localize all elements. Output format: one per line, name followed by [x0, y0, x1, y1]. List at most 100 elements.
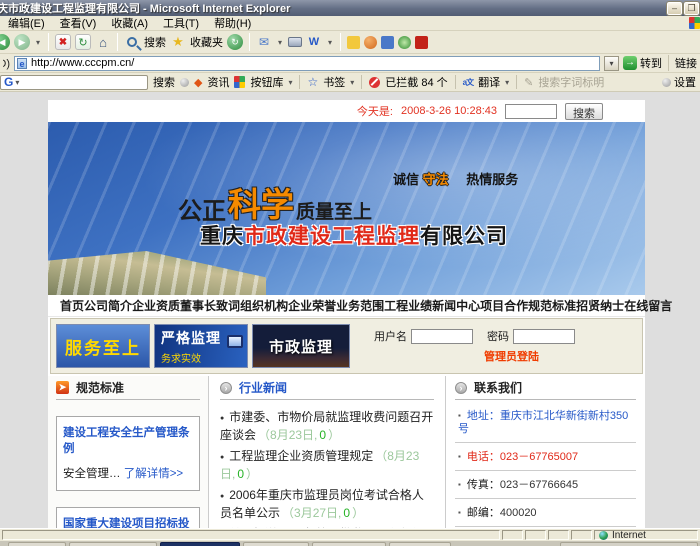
- news-link[interactable]: 关于报送2006年第一批监理工程师初始注: [220, 527, 424, 528]
- gtoolbar-search-button[interactable]: 搜索: [153, 74, 175, 90]
- username-input[interactable]: [411, 329, 473, 344]
- search-icon[interactable]: [124, 34, 140, 50]
- standards-header: ➤ 规范标准: [56, 376, 200, 400]
- read-more-link[interactable]: 了解详情>>: [124, 468, 183, 480]
- discuss-icon[interactable]: [364, 36, 377, 49]
- forward-button-icon[interactable]: ▶: [14, 34, 30, 50]
- go-label[interactable]: 转到: [640, 55, 662, 71]
- bullet-icon: [220, 527, 229, 528]
- gtoolbar-separator: [455, 75, 456, 89]
- plugin-flag-icon[interactable]: [415, 36, 428, 49]
- menu-view[interactable]: 查看(V): [60, 15, 97, 31]
- taskbar-button[interactable]: [312, 542, 386, 546]
- favorites-button-label[interactable]: 收藏夹: [190, 34, 223, 50]
- password-input[interactable]: [513, 329, 575, 344]
- menu-tools[interactable]: 工具(T): [163, 15, 199, 31]
- admin-login-link[interactable]: 管理员登陆: [484, 348, 539, 364]
- municipal-banner[interactable]: 市政监理: [252, 324, 350, 368]
- gtoolbar-news-button[interactable]: 资讯: [207, 74, 229, 90]
- nav-cooperation[interactable]: 项目合作: [480, 297, 528, 314]
- sphere-icon[interactable]: [180, 78, 189, 87]
- media-icon[interactable]: [381, 36, 394, 49]
- minimize-button[interactable]: –: [667, 2, 682, 15]
- print-icon[interactable]: [288, 37, 302, 47]
- standards-card[interactable]: 国家重大建设项目招标投标监督暂行办法: [56, 507, 200, 528]
- gtoolbar-translate-button[interactable]: 翻译: [478, 74, 500, 90]
- nav-honors[interactable]: 企业荣誉: [288, 297, 336, 314]
- menu-help[interactable]: 帮助(H): [214, 15, 251, 31]
- site-search-input[interactable]: [505, 104, 557, 119]
- toolbar-separator: [340, 33, 341, 51]
- nav-standards[interactable]: 规范标准: [528, 297, 576, 314]
- news-link[interactable]: 工程监理企业资质管理规定: [229, 449, 373, 463]
- search-button-label[interactable]: 搜索: [144, 34, 166, 50]
- google-search-box[interactable]: G ▾: [0, 75, 148, 90]
- nav-qualification[interactable]: 企业资质: [132, 297, 180, 314]
- browser-viewport: 今天是: 2008-3-26 10:28:43 搜索 公正 科学 质量至上 诚信…: [0, 92, 700, 528]
- site-search-button[interactable]: 搜索: [565, 103, 603, 120]
- address-url[interactable]: http://www.cccpm.cn/: [31, 57, 134, 69]
- edit-word-icon[interactable]: W: [306, 34, 322, 50]
- taskbar-button-active[interactable]: [160, 542, 240, 546]
- restore-button[interactable]: ❐: [684, 2, 699, 15]
- forward-dropdown-icon[interactable]: ▾: [34, 34, 42, 50]
- stop-button-icon[interactable]: ✖: [55, 34, 71, 50]
- plugin-flower-icon[interactable]: [398, 36, 411, 49]
- nav-organization[interactable]: 组织机构: [240, 297, 288, 314]
- service-banner[interactable]: 服务至上: [56, 324, 150, 368]
- banner-slogan-2: 诚信 守法 热情服务: [393, 169, 518, 188]
- standards-card[interactable]: 建设工程安全生产管理条例 安全管理… 了解详情>>: [56, 416, 200, 491]
- nav-news-center[interactable]: 新闻中心: [432, 297, 480, 314]
- card-title-link[interactable]: 国家重大建设项目招标投标监督暂行办法: [63, 516, 193, 528]
- favorites-icon[interactable]: ★: [170, 34, 186, 50]
- bookmarks-dropdown-icon[interactable]: ▾: [350, 78, 354, 87]
- links-menu[interactable]: 链接: [668, 55, 697, 71]
- status-segment: [571, 530, 592, 540]
- bullet-icon: [458, 507, 467, 519]
- google-dropdown-icon[interactable]: ▾: [15, 78, 19, 87]
- taskbar-button[interactable]: [389, 542, 451, 546]
- button-gallery-icon: [234, 76, 245, 88]
- refresh-button-icon[interactable]: ↻: [75, 34, 91, 50]
- translate-dropdown-icon[interactable]: ▾: [505, 78, 509, 87]
- nav-guestbook[interactable]: 在线留言: [624, 297, 672, 314]
- home-button-icon[interactable]: ⌂: [95, 34, 111, 50]
- nav-home[interactable]: 首页: [60, 297, 84, 314]
- news-date: （3月27日,: [282, 506, 341, 520]
- news-link[interactable]: 市建委、市物价局就监理收费问题召开座谈会: [220, 410, 433, 442]
- mail-dropdown-icon[interactable]: ▾: [276, 34, 284, 50]
- go-button[interactable]: → 转到: [623, 55, 662, 71]
- password-label: 密码: [487, 328, 509, 344]
- nav-chairman[interactable]: 董事长致词: [180, 297, 240, 314]
- card-title-link[interactable]: 建设工程安全生产管理条例: [63, 425, 193, 457]
- nav-recruitment[interactable]: 招贤纳士: [576, 297, 624, 314]
- supervision-banner[interactable]: 严格监理 务求实效: [154, 324, 248, 368]
- back-button-icon[interactable]: ◀: [0, 34, 10, 50]
- gtoolbar-settings-button[interactable]: 设置: [674, 74, 696, 90]
- gtoolbar-buttons-button[interactable]: 按钮库: [250, 74, 283, 90]
- news-list: 市建委、市物价局就监理收费问题召开座谈会（8月23日,0） 工程监理企业资质管理…: [220, 409, 434, 528]
- menu-edit[interactable]: 编辑(E): [8, 15, 45, 31]
- edit-dropdown-icon[interactable]: ▾: [326, 34, 334, 50]
- nav-about[interactable]: 公司简介: [84, 297, 132, 314]
- go-arrow-icon: →: [623, 56, 637, 70]
- mail-icon[interactable]: ✉: [256, 34, 272, 50]
- gtoolbar-bookmarks-button[interactable]: 书签: [323, 74, 345, 90]
- nav-business-scope[interactable]: 业务范围: [336, 297, 384, 314]
- messenger-icon[interactable]: [347, 36, 360, 49]
- window-titlebar[interactable]: 庆市政建设工程监理有限公司 - Microsoft Internet Explo…: [0, 0, 700, 16]
- taskbar-button[interactable]: [69, 542, 157, 546]
- banner-slogan: 公正 科学 质量至上: [178, 178, 372, 226]
- nav-projects[interactable]: 工程业绩: [384, 297, 432, 314]
- history-icon[interactable]: ↻: [227, 34, 243, 50]
- taskbar-button[interactable]: [8, 542, 66, 546]
- popup-blocked-count[interactable]: 已拦截 84 个: [385, 74, 447, 90]
- address-dropdown-icon[interactable]: ▾: [604, 56, 619, 71]
- news-megaphone-icon: ◆: [194, 76, 202, 89]
- news-item: 2006年重庆市监理员岗位考试合格人员名单公示（3月27日,0）: [220, 487, 434, 521]
- address-input[interactable]: e http://www.cccpm.cn/: [14, 56, 600, 71]
- taskbar-button[interactable]: [243, 542, 309, 546]
- bullet-icon: [458, 479, 467, 491]
- menu-favorites[interactable]: 收藏(A): [111, 15, 148, 31]
- buttons-dropdown-icon[interactable]: ▾: [288, 78, 292, 87]
